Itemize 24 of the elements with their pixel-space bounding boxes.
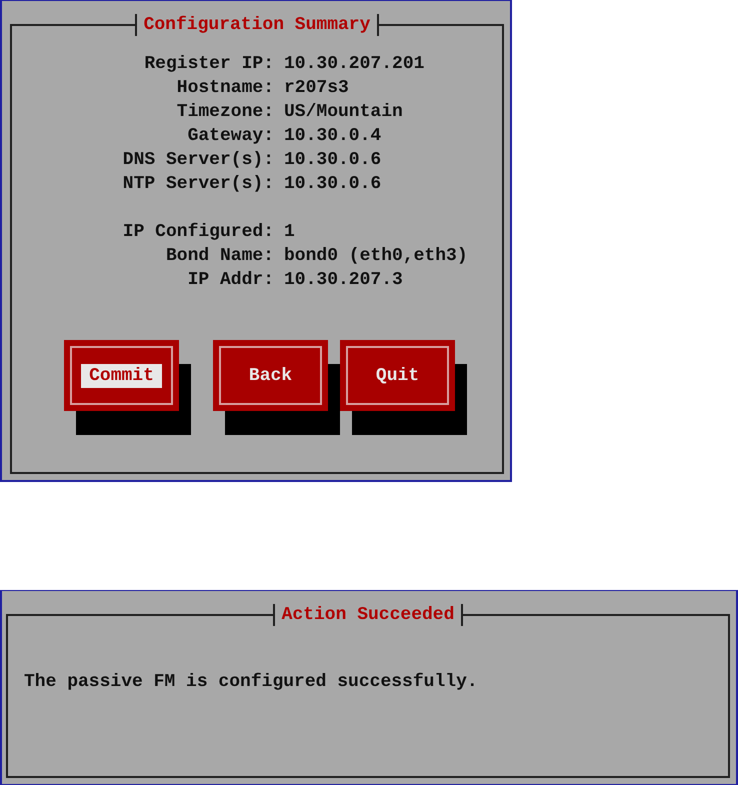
dialog-button[interactable]: Quit [340,340,455,411]
field-label: Gateway: [186,125,274,148]
field-value: 10.30.207.3 [284,269,404,292]
field-label: IP Addr: [186,269,274,292]
dialog-button[interactable]: Back [213,340,328,411]
field-label: NTP Server(s): [122,173,274,196]
field-label: DNS Server(s): [122,149,274,172]
message-text: The passive FM is configured successfully. [24,672,479,692]
dialog-title: Configuration Summary [134,14,380,36]
field-value: 10.30.0.4 [284,125,382,148]
field-label: Timezone: [176,101,274,124]
field-value: 1 [284,221,296,244]
field-value: 10.30.0.6 [284,173,382,196]
field-value: US/Mountain [284,101,404,124]
field-label: Register IP: [143,53,274,76]
field-value: 10.30.207.201 [284,53,426,76]
field-label: Hostname: [176,77,274,100]
dialog-title: Action Succeeded [272,604,464,626]
field-value: r207s3 [284,77,350,100]
field-label: Bond Name: [164,245,274,268]
field-label: IP Configured: [122,221,274,244]
field-value: 10.30.0.6 [284,149,382,172]
dialog-button[interactable]: Commit [64,340,179,411]
field-value: bond0 (eth0,eth3) [284,245,469,268]
